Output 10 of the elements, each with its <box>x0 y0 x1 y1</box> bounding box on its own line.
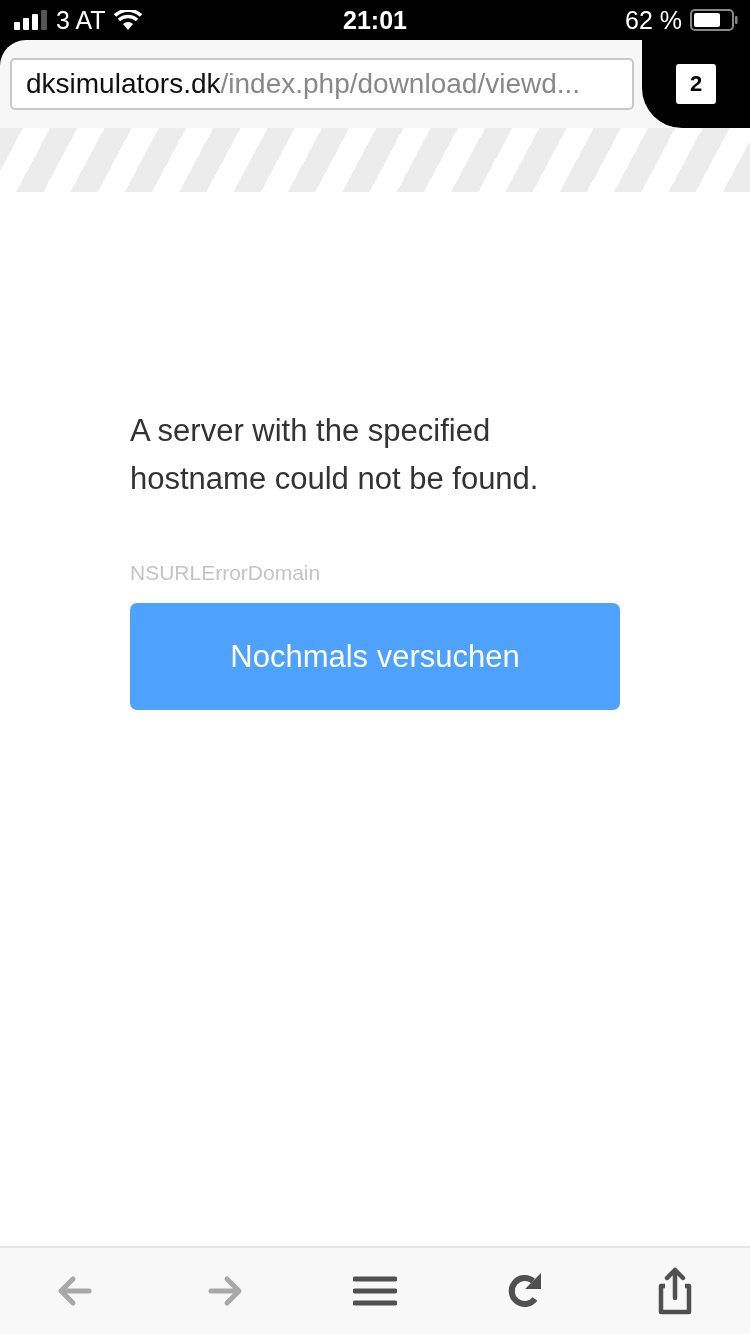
clock-time: 21:01 <box>343 5 407 35</box>
carrier-name: 3 AT <box>56 5 106 35</box>
tab-count-button[interactable]: 2 <box>676 64 716 104</box>
battery-icon <box>690 9 738 31</box>
address-field[interactable]: dksimulators.dk/index.php/download/viewd... <box>10 58 634 110</box>
error-message: A server with the specified hostname could not be found. <box>130 412 540 498</box>
signal-icon <box>14 10 48 30</box>
battery-percent: 62 % <box>625 5 682 35</box>
wifi-icon <box>113 10 142 30</box>
error-domain: NSURLErrorDomain <box>130 561 322 585</box>
